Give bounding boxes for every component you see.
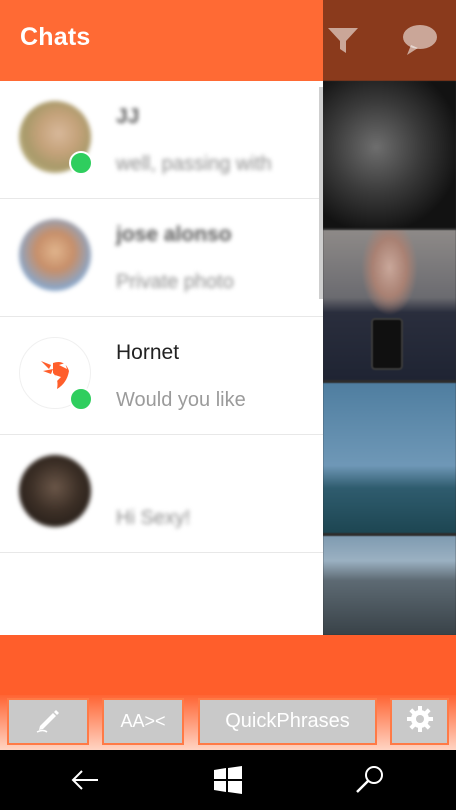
chat-bubble-icon[interactable] [401, 22, 437, 58]
chats-drawer: Chats JJ well, passing with jose alonso … [0, 0, 323, 635]
filter-icon[interactable] [325, 22, 361, 58]
orange-band [0, 635, 456, 695]
chat-name: JJ [116, 105, 140, 128]
drawer-header: Chats [0, 0, 323, 81]
scroll-indicator[interactable] [319, 87, 323, 299]
settings-button[interactable] [390, 698, 449, 745]
search-icon[interactable] [352, 762, 388, 798]
text-size-button[interactable]: AA>< [102, 698, 184, 745]
back-icon[interactable] [68, 762, 104, 798]
avatar [19, 455, 91, 527]
chat-name: Hornet [116, 341, 180, 364]
chat-list: JJ well, passing with jose alonso Privat… [0, 81, 323, 553]
online-indicator [69, 387, 93, 411]
quickphrases-label: QuickPhrases [225, 710, 350, 732]
chat-item[interactable]: jose alonso Private photo [0, 199, 323, 317]
profile-photo-1[interactable] [323, 81, 456, 228]
avatar [19, 101, 93, 175]
system-nav-bar [0, 750, 456, 810]
gear-icon [405, 704, 435, 740]
chat-preview: well, passing with [116, 153, 272, 175]
chat-item[interactable]: Hi Sexy! [0, 435, 323, 553]
chat-preview: Hi Sexy! [116, 507, 191, 529]
compose-button[interactable] [7, 698, 89, 745]
grid-top-bar [323, 0, 456, 81]
profile-photo-4[interactable] [323, 536, 456, 635]
chat-preview: Private photo [116, 271, 234, 293]
text-size-label: AA>< [120, 711, 166, 731]
chat-item[interactable]: JJ well, passing with [0, 81, 323, 199]
windows-icon[interactable] [210, 762, 246, 798]
chat-name: jose alonso [116, 223, 232, 246]
chat-item[interactable]: Hornet Would you like [0, 317, 323, 435]
photo-grid-panel [323, 0, 456, 635]
chat-preview: Would you like [116, 389, 246, 411]
avatar [19, 219, 91, 291]
avatar [19, 337, 93, 411]
quickphrases-button[interactable]: QuickPhrases [198, 698, 377, 745]
drawer-title: Chats [20, 23, 91, 51]
profile-photo-2[interactable] [323, 230, 456, 380]
action-bar: AA>< QuickPhrases [0, 695, 456, 750]
pencil-icon [33, 704, 63, 740]
profile-photo-3[interactable] [323, 383, 456, 533]
online-indicator [69, 151, 93, 175]
